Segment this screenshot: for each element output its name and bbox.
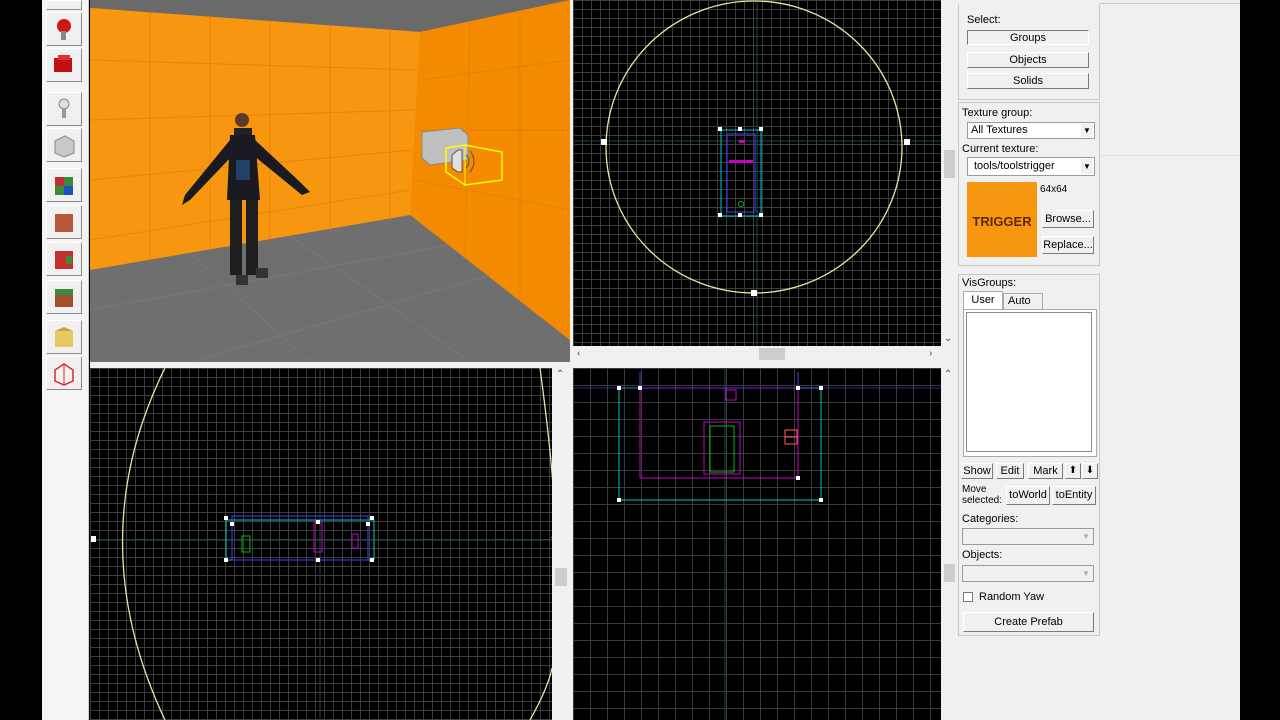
objects-select[interactable]: ▼	[962, 565, 1094, 582]
scroll-right-icon[interactable]: ›	[929, 349, 932, 359]
scroll-thumb[interactable]	[944, 564, 955, 582]
texture-group-label: Texture group:	[962, 107, 1033, 119]
visgroups-list[interactable]	[966, 312, 1092, 452]
edit-button[interactable]: Edit	[996, 463, 1024, 479]
block-tool-button[interactable]	[46, 128, 82, 162]
mark-button[interactable]: Mark	[1028, 463, 1063, 479]
camera-scene	[90, 0, 570, 362]
overlay-tool-button[interactable]	[46, 280, 82, 314]
scroll-left-icon[interactable]: ‹	[577, 349, 580, 359]
entity-icon	[58, 98, 70, 118]
magnify-icon	[57, 19, 71, 40]
move-down-icon[interactable]: ⬇	[1082, 463, 1098, 479]
scroll-corner	[941, 346, 958, 362]
chevron-down-icon[interactable]: ▼	[1081, 124, 1093, 137]
random-yaw-label: Random Yaw	[979, 591, 1045, 603]
object-panel: Select: Groups Objects Solids Texture gr…	[958, 0, 1100, 720]
current-texture-value: tools/toolstrigger	[974, 160, 1055, 172]
chevron-down-icon[interactable]: ▼	[1081, 159, 1093, 174]
texture-icon	[55, 177, 73, 195]
overlay-icon	[55, 289, 73, 307]
tab-auto[interactable]: Auto	[1003, 293, 1043, 309]
clip-tool-button[interactable]	[46, 320, 82, 354]
panel-divider	[1100, 155, 1240, 156]
pointer-tool-button[interactable]	[46, 0, 82, 10]
camera-icon	[54, 55, 72, 72]
random-yaw-checkbox[interactable]	[963, 592, 973, 602]
scroll-down-icon[interactable]: ⌄	[944, 334, 952, 344]
top-viewport[interactable]	[573, 0, 941, 346]
scroll-thumb[interactable]	[555, 568, 567, 586]
block-icon	[54, 135, 75, 158]
camera-tool-button[interactable]	[46, 48, 82, 82]
chevron-down-icon[interactable]: ▼	[1080, 530, 1092, 543]
create-prefab-button[interactable]: Create Prefab	[963, 612, 1094, 632]
chevron-down-icon[interactable]: ▼	[1080, 567, 1092, 580]
apply-texture-tool-button[interactable]	[46, 205, 82, 239]
move-selected-label: Move selected:	[962, 484, 1002, 506]
current-texture-select[interactable]: tools/toolstrigger ▼	[967, 157, 1095, 176]
tab-user[interactable]: User	[963, 291, 1003, 309]
side-viewport[interactable]	[573, 368, 941, 720]
front-view-geometry	[90, 368, 552, 720]
select-groups-button[interactable]: Groups	[967, 30, 1089, 45]
front-viewport-vscroll[interactable]: ⌃	[552, 368, 570, 720]
decal-icon	[55, 251, 73, 269]
select-solids-button[interactable]: Solids	[967, 73, 1089, 89]
select-label: Select:	[967, 14, 1001, 26]
objects-label: Objects:	[962, 549, 1003, 561]
texture-size: 64x64	[1040, 184, 1068, 195]
camera-viewport[interactable]	[90, 0, 570, 362]
clip-icon	[55, 327, 73, 347]
scroll-up-icon[interactable]: ⌃	[556, 370, 564, 380]
replace-button[interactable]: Replace...	[1042, 236, 1094, 254]
top-viewport-hscroll[interactable]: ‹ ›	[573, 346, 941, 362]
show-button[interactable]: Show	[961, 463, 993, 479]
apply-texture-icon	[55, 214, 73, 232]
panel-background	[1100, 0, 1240, 720]
categories-label: Categories:	[962, 513, 1019, 525]
move-selected-label-line2: selected:	[962, 495, 1003, 506]
vertex-tool-button[interactable]	[46, 356, 82, 390]
texture-preview-label: TRIGGER	[972, 214, 1032, 229]
move-up-icon[interactable]: ⬆	[1065, 463, 1081, 479]
scroll-up-icon[interactable]: ⌃	[944, 370, 952, 380]
texture-group-value: All Textures	[971, 124, 1028, 136]
visgroups-pane	[963, 309, 1097, 457]
decal-tool-button[interactable]	[46, 242, 82, 276]
current-texture-label: Current texture:	[962, 143, 1039, 155]
categories-select[interactable]: ▼	[962, 528, 1094, 545]
move-selected-label-line1: Move	[962, 484, 987, 495]
screen-edge	[1240, 0, 1280, 720]
texture-group-select[interactable]: All Textures ▼	[967, 122, 1095, 139]
texture-tool-button[interactable]	[46, 168, 82, 202]
vertex-icon	[54, 363, 74, 386]
side-viewport-vscroll[interactable]: ⌃	[941, 368, 958, 720]
top-viewport-vscroll[interactable]: ⌄	[941, 0, 958, 346]
entity-tool-button[interactable]	[46, 92, 82, 126]
texture-preview: TRIGGER	[967, 182, 1037, 257]
side-view-geometry	[573, 368, 941, 720]
to-entity-button[interactable]: toEntity	[1052, 486, 1096, 505]
scroll-thumb[interactable]	[944, 150, 955, 178]
magnify-tool-button[interactable]	[46, 12, 82, 46]
panel-top-edge	[1100, 0, 1240, 4]
scroll-thumb[interactable]	[759, 348, 785, 360]
select-objects-button[interactable]: Objects	[967, 52, 1089, 68]
visgroups-label: VisGroups:	[962, 277, 1017, 289]
top-view-geometry	[573, 0, 941, 346]
tool-bar	[42, 0, 89, 720]
to-world-button[interactable]: toWorld	[1006, 486, 1050, 505]
front-viewport[interactable]	[90, 368, 552, 720]
browse-button[interactable]: Browse...	[1042, 210, 1094, 228]
